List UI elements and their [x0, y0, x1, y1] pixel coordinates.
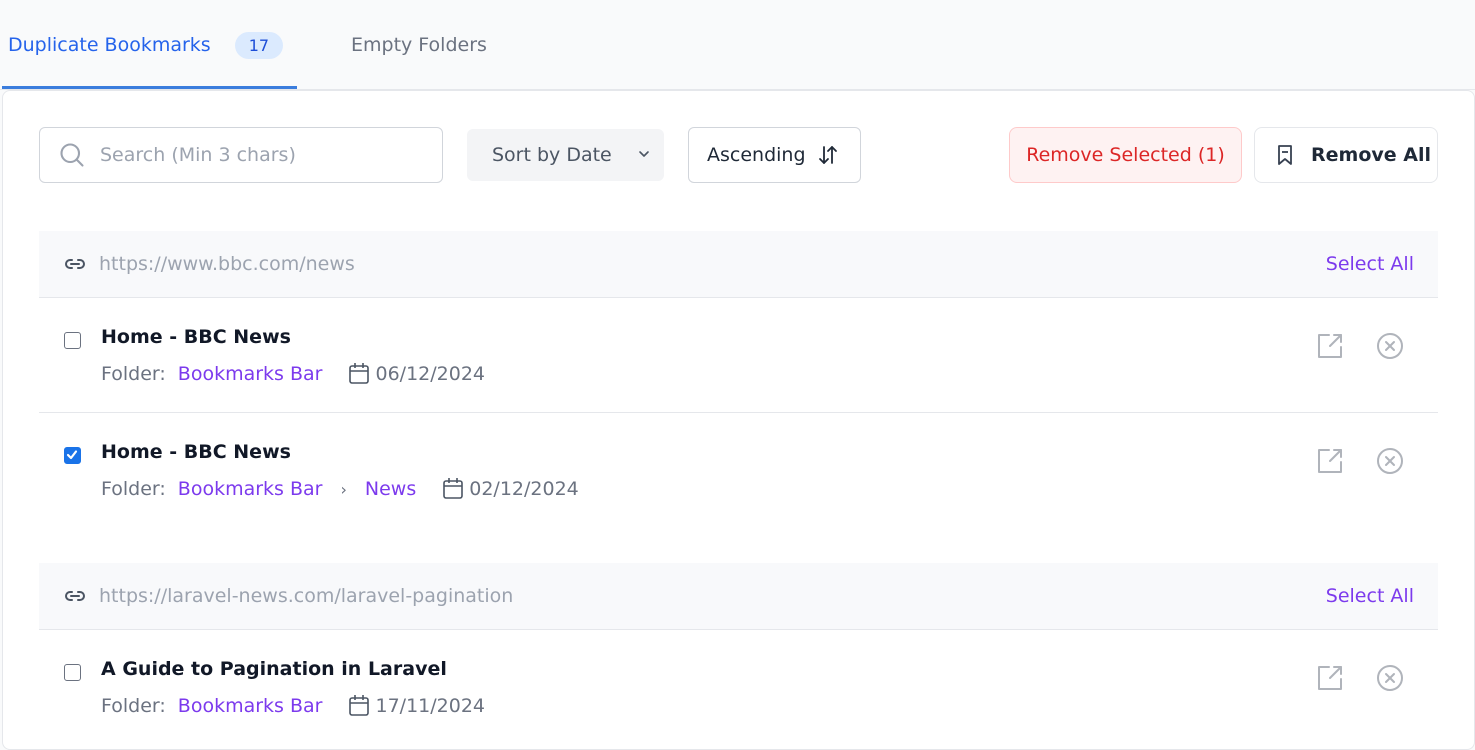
bookmark-row: A Guide to Pagination in Laravel Folder:… — [39, 630, 1438, 745]
sort-select[interactable]: Sort by Date — [467, 129, 664, 181]
folder-label: Folder: — [101, 363, 166, 385]
group-url: https://laravel-news.com/laravel-paginat… — [99, 585, 514, 607]
count-badge: 17 — [234, 31, 284, 59]
select-all-link[interactable]: Select All — [1326, 253, 1414, 275]
remove-all-button[interactable]: Remove All — [1254, 127, 1438, 183]
bookmark-title: A Guide to Pagination in Laravel — [101, 658, 447, 680]
search-icon — [60, 143, 84, 167]
chevron-right-icon: › — [340, 479, 347, 499]
remove-circle-icon[interactable] — [1376, 447, 1404, 475]
bookmark-checkbox[interactable] — [64, 332, 81, 349]
folder-link[interactable]: News — [365, 478, 416, 500]
sort-order-label: Ascending — [707, 144, 806, 166]
folder-link[interactable]: Bookmarks Bar — [178, 695, 323, 717]
bookmark-title: Home - BBC News — [101, 326, 291, 348]
calendar-icon — [349, 363, 370, 384]
tab-label: Empty Folders — [351, 34, 487, 56]
bookmark-meta: Folder: Bookmarks Bar › News 02/12/2024 — [101, 477, 579, 501]
bookmark-date: 17/11/2024 — [375, 695, 485, 717]
tab-duplicate-bookmarks[interactable]: Duplicate Bookmarks 17 — [8, 0, 284, 90]
calendar-icon — [443, 478, 464, 499]
search-box — [39, 127, 443, 183]
folder-label: Folder: — [101, 695, 166, 717]
bookmark-row: Home - BBC News Folder: Bookmarks Bar 06… — [39, 298, 1438, 413]
open-external-icon[interactable] — [1316, 664, 1344, 692]
link-icon — [65, 591, 85, 601]
checkmark-icon — [66, 450, 78, 460]
search-input[interactable] — [100, 144, 400, 166]
calendar-icon — [349, 695, 370, 716]
group-url: https://www.bbc.com/news — [99, 253, 355, 275]
tab-empty-folders[interactable]: Empty Folders — [351, 0, 487, 90]
tab-label: Duplicate Bookmarks — [8, 34, 211, 56]
select-all-link[interactable]: Select All — [1326, 585, 1414, 607]
bookmark-date: 02/12/2024 — [469, 478, 579, 500]
sort-selected-value: Sort by Date — [492, 144, 612, 166]
remove-circle-icon[interactable] — [1376, 664, 1404, 692]
bookmark-checkbox-checked[interactable] — [64, 447, 81, 464]
chevron-down-icon — [639, 151, 649, 157]
bookmark-meta: Folder: Bookmarks Bar 17/11/2024 — [101, 694, 485, 718]
folder-label: Folder: — [101, 478, 166, 500]
open-external-icon[interactable] — [1316, 332, 1344, 360]
url-group-header: https://www.bbc.com/news Select All — [39, 231, 1438, 298]
remove-all-label: Remove All — [1311, 144, 1431, 166]
remove-selected-button[interactable]: Remove Selected (1) — [1009, 127, 1242, 183]
bookmark-row: Home - BBC News Folder: Bookmarks Bar › … — [39, 413, 1438, 528]
bookmark-icon — [1278, 145, 1292, 165]
sort-order-button[interactable]: Ascending — [688, 127, 861, 183]
link-icon — [65, 259, 85, 269]
active-tab-indicator — [2, 86, 297, 89]
folder-link[interactable]: Bookmarks Bar — [178, 363, 323, 385]
tab-bar: Duplicate Bookmarks 17 Empty Folders — [0, 0, 1475, 90]
sort-arrows-icon — [818, 146, 837, 164]
bookmark-date: 06/12/2024 — [375, 363, 485, 385]
bookmark-checkbox[interactable] — [64, 664, 81, 681]
folder-link[interactable]: Bookmarks Bar — [178, 478, 323, 500]
bookmark-meta: Folder: Bookmarks Bar 06/12/2024 — [101, 362, 485, 386]
bookmark-title: Home - BBC News — [101, 441, 291, 463]
remove-circle-icon[interactable] — [1376, 332, 1404, 360]
url-group-header: https://laravel-news.com/laravel-paginat… — [39, 563, 1438, 630]
remove-selected-label: Remove Selected (1) — [1026, 144, 1225, 166]
open-external-icon[interactable] — [1316, 447, 1344, 475]
